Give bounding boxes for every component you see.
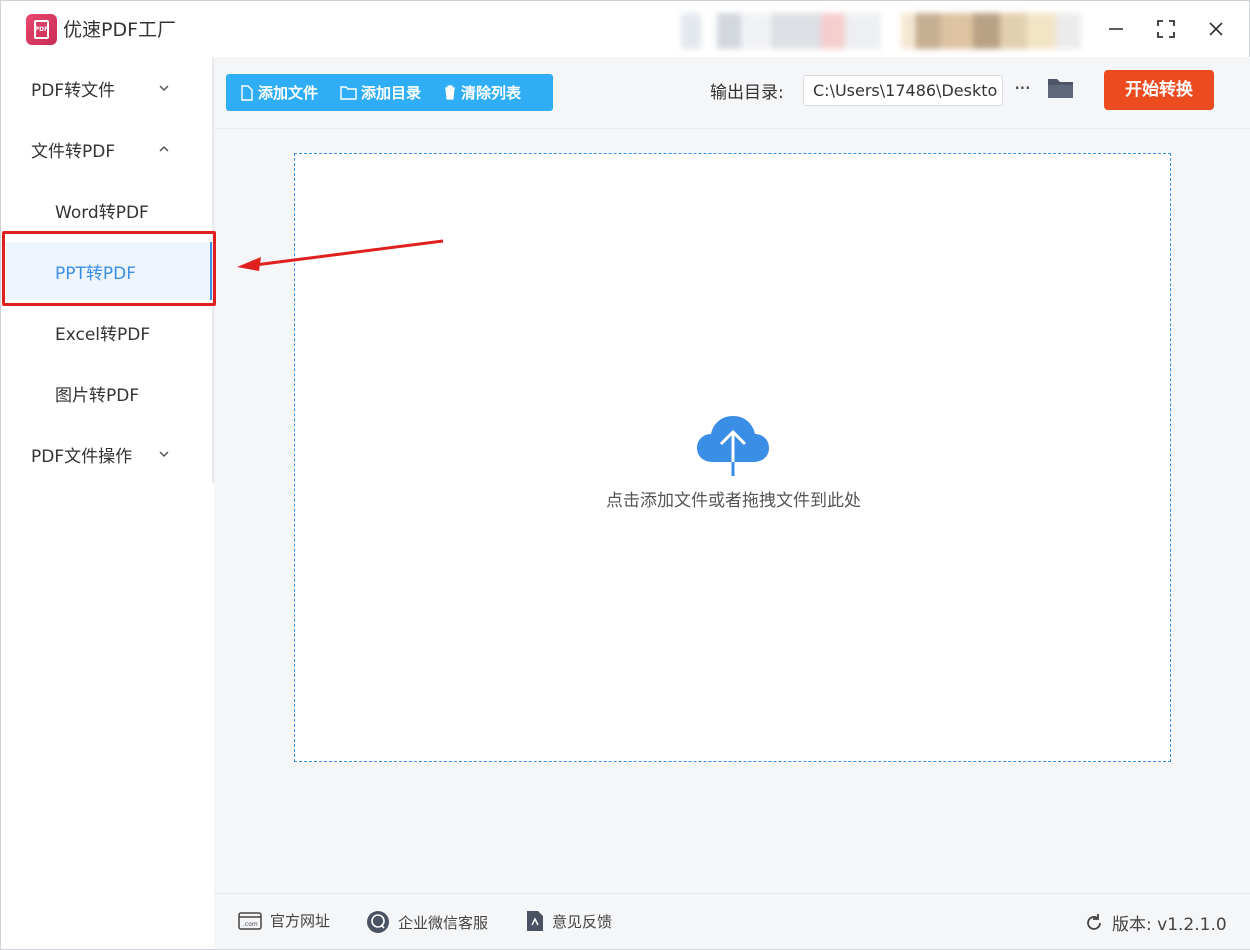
- trash-icon: [445, 85, 456, 100]
- feedback-label: 意见反馈: [552, 912, 613, 931]
- website-icon: .com: [238, 911, 262, 930]
- refresh-icon: [1087, 913, 1101, 930]
- clear-list-label: 清除列表: [461, 84, 522, 102]
- add-directory-button[interactable]: 添加目录: [340, 74, 421, 111]
- version-label: 版本: v1.2.1.0: [1112, 915, 1227, 935]
- sidebar-item-file-to-pdf[interactable]: 文件转PDF: [1, 120, 212, 178]
- add-file-label: 添加文件: [258, 84, 319, 102]
- close-button[interactable]: [1198, 11, 1234, 47]
- fullscreen-icon: [1157, 20, 1175, 38]
- file-button-group: 添加文件 添加目录 清除列表: [226, 74, 553, 111]
- minimize-icon: [1109, 28, 1123, 30]
- sidebar-item-excel-to-pdf[interactable]: Excel转PDF: [1, 303, 212, 361]
- cloud-upload-icon: [697, 416, 769, 476]
- version-info[interactable]: 版本: v1.2.1.0: [1084, 910, 1227, 935]
- sidebar-item-label: 图片转PDF: [55, 385, 140, 406]
- annotation-highlight-box: [2, 231, 216, 306]
- chevron-down-icon: [159, 85, 169, 92]
- title-bar: PDF 优速PDF工厂: [1, 1, 1249, 57]
- sidebar-item-label: 文件转PDF: [31, 141, 116, 162]
- clear-list-button[interactable]: 清除列表: [443, 74, 521, 111]
- sidebar-item-label: Excel转PDF: [55, 324, 151, 345]
- output-directory-field[interactable]: C:\Users\17486\Deskto: [803, 75, 1003, 106]
- main-panel: 添加文件 添加目录 清除列表 输出目录: C:\Users\17486\Desk…: [214, 57, 1250, 949]
- output-directory-label: 输出目录:: [710, 83, 784, 103]
- app-title: 优速PDF工厂: [63, 19, 177, 41]
- chat-support-icon: [367, 911, 389, 933]
- feedback-link[interactable]: 意见反馈: [526, 910, 612, 932]
- folder-outline-icon: [340, 86, 357, 100]
- sidebar-item-pdf-operations[interactable]: PDF文件操作: [1, 425, 212, 483]
- sidebar-item-pdf-to-file[interactable]: PDF转文件: [1, 59, 212, 117]
- official-website-label: 官方网址: [270, 912, 331, 930]
- chevron-down-icon: [159, 451, 169, 458]
- wechat-support-link[interactable]: 企业微信客服: [366, 910, 488, 934]
- feedback-doc-icon: [527, 911, 543, 931]
- toolbar: 添加文件 添加目录 清除列表 输出目录: C:\Users\17486\Desk…: [214, 57, 1250, 129]
- svg-text:.com: .com: [243, 921, 258, 928]
- sidebar-item-image-to-pdf[interactable]: 图片转PDF: [1, 364, 212, 422]
- sidebar: PDF转文件 文件转PDF Word转PDF PPT转PDF Excel转PDF…: [1, 57, 214, 949]
- footer: .com 官方网址 企业微信客服 意见反馈 版本: v1.2.1.0: [214, 893, 1250, 949]
- minimize-button[interactable]: [1098, 11, 1134, 47]
- chevron-up-icon: [159, 145, 169, 152]
- sidebar-item-label: PDF转文件: [31, 80, 116, 101]
- add-file-button[interactable]: 添加文件: [240, 74, 318, 111]
- add-directory-label: 添加目录: [361, 84, 422, 102]
- blurred-account-info: [681, 13, 881, 49]
- annotation-arrow-icon: [237, 239, 444, 271]
- sidebar-item-label: PDF文件操作: [31, 446, 133, 467]
- open-folder-button[interactable]: [1047, 76, 1075, 102]
- wechat-support-label: 企业微信客服: [398, 913, 489, 932]
- app-logo-icon: PDF: [26, 14, 57, 45]
- maximize-button[interactable]: [1148, 11, 1184, 47]
- blurred-user-avatar: [901, 13, 1081, 49]
- sidebar-item-label: Word转PDF: [55, 202, 149, 223]
- close-icon: [1209, 22, 1223, 36]
- drop-zone-hint: 点击添加文件或者拖拽文件到此处: [606, 491, 861, 511]
- official-website-link[interactable]: .com 官方网址: [238, 910, 330, 931]
- app-window: PDF 优速PDF工厂 PDF转文件 文件转PDF Word转PDF PPT转P…: [0, 0, 1250, 950]
- browse-more-button[interactable]: ···: [1011, 73, 1033, 103]
- start-convert-button[interactable]: 开始转换: [1104, 70, 1214, 110]
- file-icon: [241, 84, 253, 101]
- folder-icon: [1048, 79, 1073, 98]
